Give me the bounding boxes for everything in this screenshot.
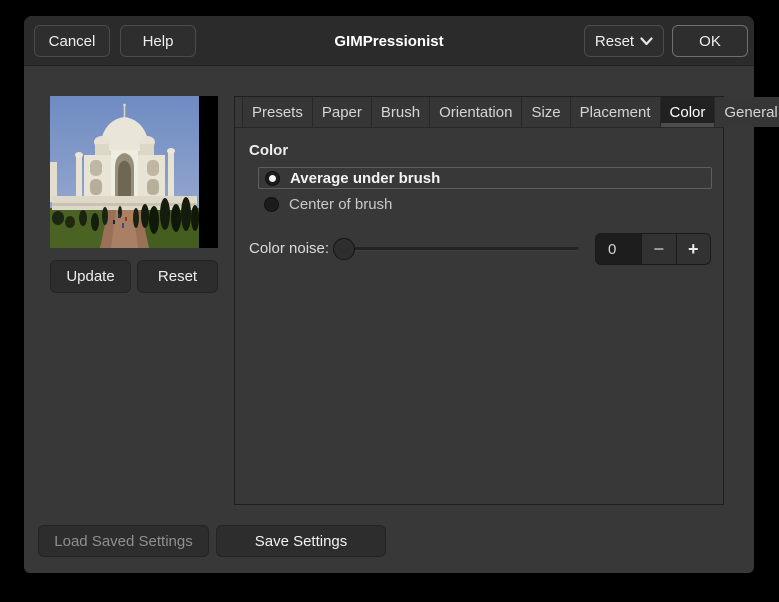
tab-general[interactable]: General <box>715 97 779 127</box>
tab-presets[interactable]: Presets <box>242 97 313 127</box>
slider-track[interactable] <box>343 247 579 251</box>
save-settings-button[interactable]: Save Settings <box>216 525 386 557</box>
tab-placement[interactable]: Placement <box>570 97 661 127</box>
slider-handle[interactable] <box>333 238 355 260</box>
ok-button[interactable]: OK <box>672 25 748 57</box>
tab-orientation[interactable]: Orientation <box>430 97 523 127</box>
color-noise-value-field[interactable]: 0 <box>596 234 641 264</box>
radio-unselected-icon[interactable] <box>264 196 279 212</box>
tab-bar: Presets Paper Brush Orientation Size Pla… <box>235 97 779 128</box>
color-noise-row: Color noise: 0 − + <box>235 233 723 265</box>
radio-center-of-brush[interactable]: Center of brush <box>258 193 712 215</box>
chevron-down-icon <box>640 36 653 46</box>
spin-decrement-button[interactable]: − <box>641 234 676 264</box>
spin-increment-button[interactable]: + <box>675 234 711 264</box>
color-noise-slider[interactable] <box>333 233 579 265</box>
radio-center-label: Center of brush <box>289 195 393 213</box>
tab-paper[interactable]: Paper <box>312 97 372 127</box>
preview-image[interactable] <box>50 96 218 248</box>
color-noise-spinbox: 0 − + <box>595 233 711 265</box>
taj-mahal-preview-art <box>50 96 199 248</box>
reset-dropdown-button[interactable]: Reset <box>584 25 664 57</box>
radio-selected-icon[interactable] <box>265 170 280 186</box>
radio-average-label: Average under brush <box>290 169 441 187</box>
settings-notebook: Presets Paper Brush Orientation Size Pla… <box>234 96 779 505</box>
titlebar: Cancel Help GIMPressionist Reset OK <box>24 16 754 66</box>
help-button[interactable]: Help <box>120 25 196 57</box>
tab-brush[interactable]: Brush <box>371 97 431 127</box>
radio-average-under-brush[interactable]: Average under brush <box>258 167 712 189</box>
color-frame-title: Color <box>249 142 289 159</box>
reset-dropdown-label: Reset <box>594 32 635 50</box>
preview-reset-button[interactable]: Reset <box>137 260 218 293</box>
update-button[interactable]: Update <box>50 260 131 293</box>
tab-size[interactable]: Size <box>522 97 571 127</box>
tab-color[interactable]: Color <box>660 97 716 127</box>
gimpressionist-dialog: Cancel Help GIMPressionist Reset OK Upda… <box>24 16 779 573</box>
cancel-button[interactable]: Cancel <box>34 25 110 57</box>
color-noise-label: Color noise: <box>249 240 330 257</box>
load-saved-settings-button[interactable]: Load Saved Settings <box>38 525 209 557</box>
